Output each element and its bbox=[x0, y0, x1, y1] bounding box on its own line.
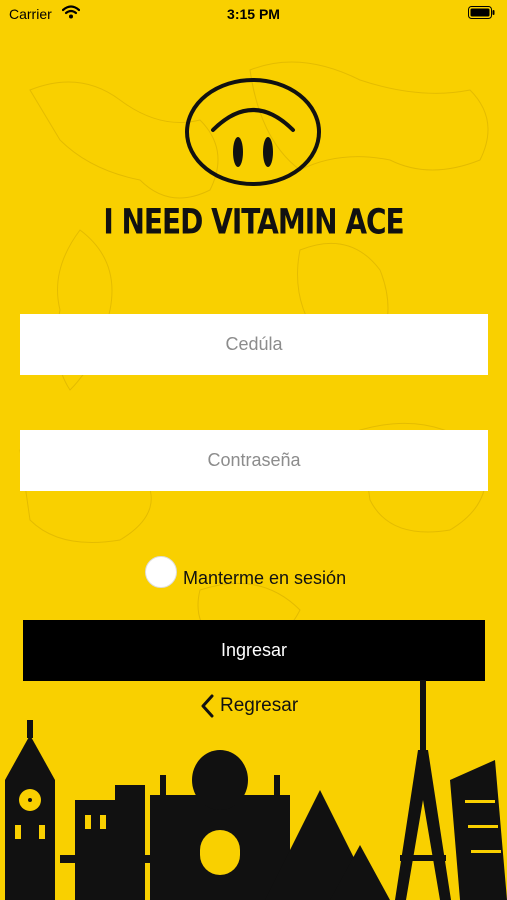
landmarks-skyline-illustration bbox=[5, 680, 507, 900]
brand-title: I NEED VITAMIN ACE bbox=[103, 200, 404, 243]
remember-session-radio[interactable] bbox=[145, 556, 177, 588]
battery-icon bbox=[468, 6, 495, 22]
password-input[interactable] bbox=[20, 430, 488, 491]
smiley-logo bbox=[185, 78, 321, 186]
cedula-input[interactable] bbox=[20, 314, 488, 375]
clock: 3:15 PM bbox=[227, 6, 280, 22]
remember-session-label: Manterme en sesión bbox=[183, 568, 347, 588]
login-button[interactable]: Ingresar bbox=[23, 620, 485, 681]
status-bar: Carrier 3:15 PM bbox=[0, 0, 507, 30]
